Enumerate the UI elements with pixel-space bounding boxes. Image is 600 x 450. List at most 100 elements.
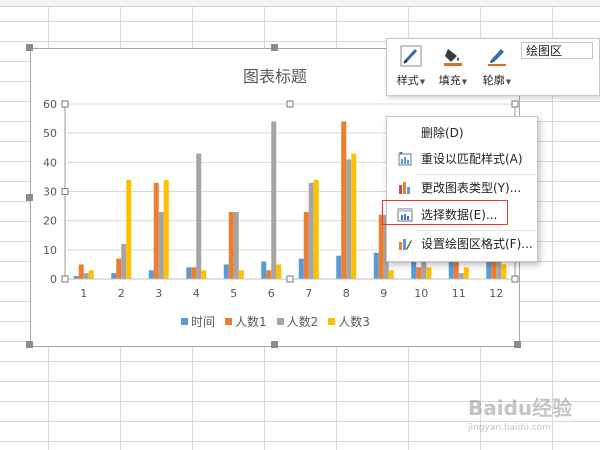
bar bbox=[191, 267, 197, 279]
chart-format-toolbar: 样式▼ 填充▼ 轮廓▼ 绘图区 bbox=[386, 38, 600, 96]
bar bbox=[271, 121, 277, 279]
bar bbox=[163, 179, 169, 279]
bar bbox=[126, 179, 132, 279]
bar bbox=[228, 211, 234, 279]
format-plot-icon bbox=[399, 239, 412, 250]
legend-label: 人数3 bbox=[338, 315, 370, 329]
bar bbox=[388, 270, 394, 279]
x-tick-label: 2 bbox=[118, 287, 125, 300]
fill-button[interactable]: 填充▼ bbox=[433, 43, 473, 91]
bar bbox=[416, 267, 422, 279]
chart-resize-handle[interactable] bbox=[514, 341, 521, 348]
context-menu: 删除(D) 重设以匹配样式(A) 更改图表类型(Y)... 选择数据(E)... bbox=[386, 116, 538, 262]
bar bbox=[201, 270, 207, 279]
bar bbox=[463, 267, 469, 279]
chart-legend[interactable]: 时间 人数1 人数2 人数3 bbox=[181, 313, 370, 330]
menu-item-label: 重设以匹配样式(A) bbox=[421, 152, 523, 166]
bar bbox=[341, 121, 347, 279]
bar bbox=[121, 244, 127, 279]
bar bbox=[83, 273, 89, 279]
x-tick-label: 5 bbox=[230, 287, 237, 300]
bar bbox=[298, 258, 304, 279]
bar bbox=[111, 273, 117, 279]
style-label: 样式 bbox=[396, 74, 419, 87]
chart-resize-handle[interactable] bbox=[26, 341, 33, 348]
bar bbox=[308, 182, 314, 279]
plot-area-handle bbox=[511, 100, 519, 108]
chart-resize-handle[interactable] bbox=[26, 44, 33, 51]
legend-swatch-icon bbox=[328, 318, 336, 325]
bar bbox=[501, 264, 507, 279]
y-tick-label: 10 bbox=[43, 244, 57, 257]
x-tick-label: 3 bbox=[155, 287, 162, 300]
y-tick-label: 60 bbox=[43, 98, 57, 111]
bar bbox=[266, 270, 272, 279]
plot-area-handle bbox=[61, 188, 69, 195]
bar bbox=[153, 182, 159, 279]
bar bbox=[238, 270, 244, 279]
menu-item-change-chart-type[interactable]: 更改图表类型(Y)... bbox=[387, 176, 537, 200]
plot-area-handle bbox=[61, 100, 69, 108]
legend-swatch-icon bbox=[181, 318, 188, 325]
legend-swatch-icon bbox=[225, 318, 233, 325]
bar bbox=[276, 264, 282, 279]
style-button[interactable]: 样式▼ bbox=[391, 43, 431, 91]
dropdown-arrow-icon: ▼ bbox=[505, 78, 512, 86]
menu-item-label: 设置绘图区格式(F)... bbox=[421, 237, 533, 251]
watermark-text: Baidu经验 bbox=[468, 396, 573, 420]
bar bbox=[261, 261, 267, 279]
bar bbox=[426, 267, 432, 279]
chart-resize-handle[interactable] bbox=[271, 341, 278, 348]
dropdown-arrow-icon: ▼ bbox=[419, 78, 426, 86]
chart-type-icon bbox=[399, 182, 410, 194]
menu-item-label: 删除(D) bbox=[421, 126, 464, 140]
bar bbox=[303, 211, 309, 279]
bar bbox=[458, 273, 464, 279]
y-tick-label: 40 bbox=[43, 156, 57, 169]
y-tick-label: 50 bbox=[43, 127, 57, 140]
bar bbox=[346, 159, 352, 279]
x-tick-label: 8 bbox=[343, 287, 350, 300]
menu-item-format-plot-area[interactable]: 设置绘图区格式(F)... bbox=[387, 232, 537, 256]
x-tick-label: 11 bbox=[452, 287, 466, 300]
column-header-strip bbox=[0, 0, 600, 7]
chart-resize-handle[interactable] bbox=[26, 194, 33, 201]
plot-area-handle bbox=[286, 275, 294, 283]
outline-label: 轮廓 bbox=[482, 74, 505, 87]
legend-label: 人数2 bbox=[286, 315, 319, 329]
plot-area-handle bbox=[61, 275, 69, 283]
bar bbox=[373, 252, 379, 279]
outline-button[interactable]: 轮廓▼ bbox=[477, 43, 517, 91]
bar bbox=[78, 264, 84, 279]
legend-item-count2: 人数2 bbox=[276, 313, 319, 330]
plot-area-handle bbox=[511, 275, 519, 283]
y-tick-label: 30 bbox=[43, 186, 57, 199]
bar bbox=[233, 211, 239, 279]
reset-style-icon bbox=[398, 152, 412, 166]
bar bbox=[196, 153, 202, 279]
bar bbox=[148, 270, 154, 279]
menu-item-reset-style[interactable]: 重设以匹配样式(A) bbox=[387, 147, 537, 171]
menu-separator bbox=[417, 230, 535, 231]
bar bbox=[116, 258, 122, 279]
fill-label: 填充 bbox=[438, 74, 461, 87]
chart-resize-handle[interactable] bbox=[271, 44, 278, 51]
bar bbox=[351, 153, 357, 279]
pen-outline-icon bbox=[488, 49, 506, 66]
legend-item-time: 时间 bbox=[181, 313, 215, 330]
bar bbox=[223, 264, 229, 279]
x-tick-label: 7 bbox=[305, 287, 312, 300]
menu-separator bbox=[417, 174, 535, 175]
legend-swatch-icon bbox=[276, 318, 284, 325]
paint-bucket-icon bbox=[444, 49, 462, 66]
bar bbox=[158, 211, 164, 279]
watermark-logo: Baidu经验 jingyan.baidu.com bbox=[468, 392, 598, 433]
menu-item-delete[interactable]: 删除(D) bbox=[387, 121, 537, 145]
x-tick-label: 4 bbox=[193, 287, 200, 300]
chart-element-select[interactable]: 绘图区 bbox=[521, 42, 593, 59]
legend-item-count3: 人数3 bbox=[328, 313, 370, 330]
bar bbox=[336, 255, 342, 279]
legend-label: 时间 bbox=[191, 315, 216, 329]
bar bbox=[313, 179, 319, 279]
dropdown-arrow-icon: ▼ bbox=[461, 78, 468, 86]
